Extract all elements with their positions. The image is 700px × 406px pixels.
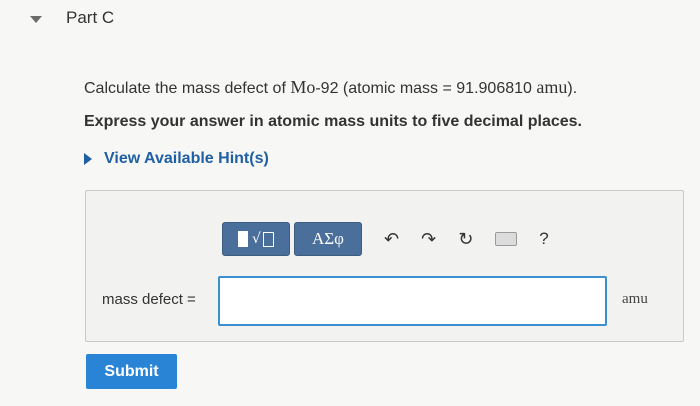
- redo-icon[interactable]: ↷: [421, 229, 436, 250]
- instruction-text: Express your answer in atomic mass units…: [84, 113, 582, 130]
- question-unit: amu: [536, 77, 568, 97]
- help-icon[interactable]: ?: [539, 229, 548, 249]
- answer-unit: amu: [622, 291, 648, 307]
- question-mid: -92 (atomic mass = 91.906810: [315, 80, 537, 97]
- math-toolbar: √ ΑΣφ ↶ ↷ ↻ ?: [222, 222, 549, 256]
- root-icon: √: [252, 231, 261, 247]
- undo-icon[interactable]: ↶: [384, 229, 399, 250]
- template-block-icon: [238, 231, 249, 247]
- question-prefix: Calculate the mass defect of: [84, 80, 291, 97]
- question-text: Calculate the mass defect of Mo-92 (atom…: [84, 77, 577, 98]
- part-title: Part C: [66, 8, 115, 27]
- collapse-triangle-icon[interactable]: [30, 15, 42, 23]
- question-suffix: ).: [567, 80, 578, 97]
- hint-label: View Available Hint(s): [104, 150, 269, 167]
- submit-button[interactable]: Submit: [86, 354, 177, 389]
- part-header[interactable]: Part C: [30, 6, 114, 30]
- keyboard-icon[interactable]: [495, 232, 518, 246]
- templates-button[interactable]: √: [222, 222, 290, 256]
- expand-arrow-icon: [84, 153, 92, 165]
- symbols-button[interactable]: ΑΣφ: [294, 222, 362, 256]
- template-box-icon: [262, 231, 274, 247]
- mass-defect-label: mass defect =: [102, 291, 196, 308]
- question-isotope: Mo: [290, 77, 316, 97]
- mass-defect-input[interactable]: [218, 276, 607, 326]
- reset-icon[interactable]: ↻: [458, 229, 473, 250]
- view-hints-link[interactable]: View Available Hint(s): [84, 150, 269, 168]
